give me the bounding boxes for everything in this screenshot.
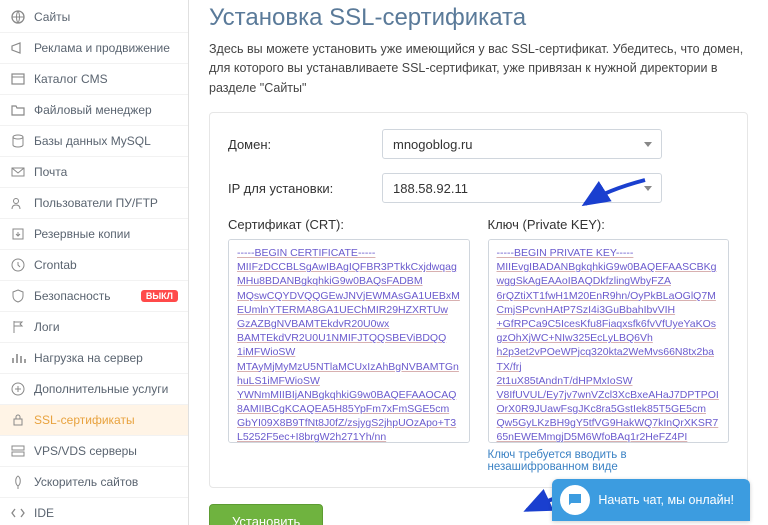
sidebar-item-14[interactable]: VPS/VDS серверы (0, 436, 188, 467)
sidebar-item-0[interactable]: Сайты (0, 2, 188, 33)
key-note: Ключ требуется вводить в незашифрованном… (488, 449, 730, 473)
sidebar-item-label: IDE (34, 506, 178, 520)
sidebar-item-10[interactable]: Логи (0, 312, 188, 343)
sidebar-item-15[interactable]: Ускоритель сайтов (0, 467, 188, 498)
users-icon (10, 195, 26, 211)
sidebar-item-6[interactable]: Пользователи ПУ/FTP (0, 188, 188, 219)
sidebar-item-label: Нагрузка на сервер (34, 351, 178, 365)
ssl-install-panel: Домен: mnogoblog.ru IP для установки: 18… (209, 112, 748, 488)
code-icon (10, 505, 26, 521)
rocket-icon (10, 474, 26, 490)
globe-icon (10, 9, 26, 25)
sidebar-item-label: Ускоритель сайтов (34, 475, 178, 489)
sidebar-item-16[interactable]: IDE (0, 498, 188, 525)
sidebar-item-label: Пользователи ПУ/FTP (34, 196, 178, 210)
sidebar-item-label: Сайты (34, 10, 178, 24)
sidebar-item-3[interactable]: Файловый менеджер (0, 95, 188, 126)
cert-textarea[interactable] (228, 239, 470, 443)
domain-label: Домен: (228, 137, 368, 152)
bars-icon (10, 350, 26, 366)
key-textarea[interactable] (488, 239, 730, 443)
shield-icon (10, 288, 26, 304)
sidebar-item-label: SSL-сертификаты (34, 413, 178, 427)
sidebar: Сайты Реклама и продвижение Каталог CMS Фай… (0, 0, 189, 525)
sidebar-item-12[interactable]: Дополнительные услуги (0, 374, 188, 405)
ip-label: IP для установки: (228, 181, 368, 196)
sidebar-item-2[interactable]: Каталог CMS (0, 64, 188, 95)
chat-widget[interactable]: Начать чат, мы онлайн! (552, 479, 750, 521)
sidebar-item-4[interactable]: Базы данных MySQL (0, 126, 188, 157)
sidebar-item-label: Логи (34, 320, 178, 334)
page-title: Установка SSL-сертификата (209, 4, 748, 32)
sidebar-item-13[interactable]: SSL-сертификаты (0, 405, 188, 436)
megaphone-icon (10, 40, 26, 56)
flag-icon (10, 319, 26, 335)
sidebar-item-5[interactable]: Почта (0, 157, 188, 188)
install-button[interactable]: Установить (209, 504, 323, 525)
cert-label: Сертификат (CRT): (228, 217, 470, 232)
sidebar-item-label: Безопасность (34, 289, 133, 303)
server-icon (10, 443, 26, 459)
folder-icon (10, 102, 26, 118)
db-icon (10, 133, 26, 149)
sidebar-item-label: Файловый менеджер (34, 103, 178, 117)
sidebar-item-9[interactable]: Безопасность ВЫКЛ (0, 281, 188, 312)
sidebar-item-label: Дополнительные услуги (34, 382, 178, 396)
catalog-icon (10, 71, 26, 87)
key-label: Ключ (Private KEY): (488, 217, 730, 232)
sidebar-item-label: VPS/VDS серверы (34, 444, 178, 458)
backup-icon (10, 226, 26, 242)
sidebar-item-label: Реклама и продвижение (34, 41, 178, 55)
sidebar-item-8[interactable]: Crontab (0, 250, 188, 281)
lock-icon (10, 412, 26, 428)
sidebar-item-label: Базы данных MySQL (34, 134, 178, 148)
badge: ВЫКЛ (141, 290, 178, 302)
domain-select[interactable]: mnogoblog.ru (382, 129, 662, 159)
sidebar-item-1[interactable]: Реклама и продвижение (0, 33, 188, 64)
chat-icon (560, 485, 590, 515)
sidebar-item-label: Почта (34, 165, 178, 179)
sidebar-item-label: Резервные копии (34, 227, 178, 241)
sidebar-item-label: Crontab (34, 258, 178, 272)
mail-icon (10, 164, 26, 180)
clock-icon (10, 257, 26, 273)
main-content: Установка SSL-сертификата Здесь вы может… (189, 0, 768, 525)
ip-select[interactable]: 188.58.92.11 (382, 173, 662, 203)
sidebar-item-7[interactable]: Резервные копии (0, 219, 188, 250)
sidebar-item-label: Каталог CMS (34, 72, 178, 86)
page-description: Здесь вы можете установить уже имеющийся… (209, 40, 748, 98)
sidebar-item-11[interactable]: Нагрузка на сервер (0, 343, 188, 374)
plus-icon (10, 381, 26, 397)
